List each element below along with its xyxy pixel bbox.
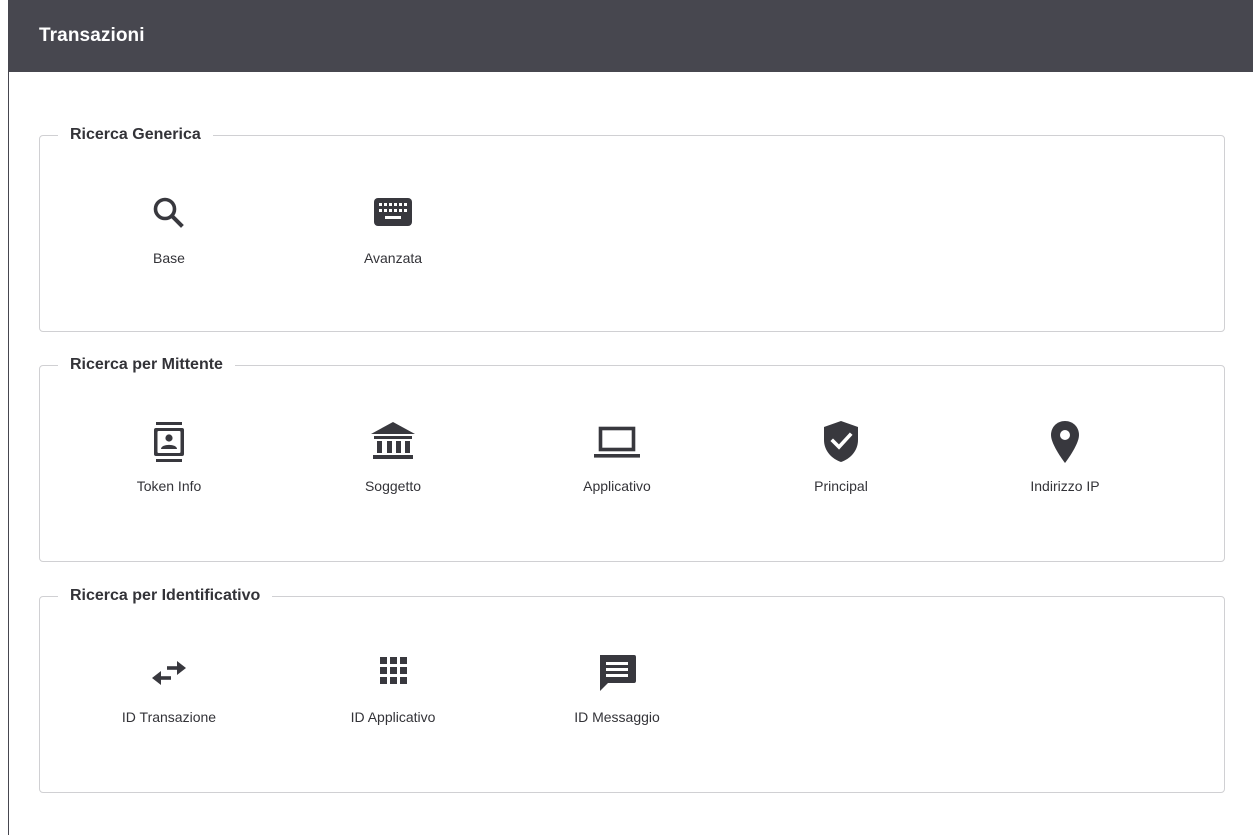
search-soggetto-label: Soggetto [364,478,422,494]
search-id-applicativo-label: ID Applicativo [350,709,436,725]
search-token-info-button[interactable]: Token Info [69,414,269,494]
contact-card-icon [141,414,197,470]
search-base-button[interactable]: Base [69,186,269,266]
section-identifier-search: Ricerca per Identificativo ID Transazion… [39,586,1225,793]
search-ip-address-label: Indirizzo IP [1030,478,1100,494]
search-advanced-button[interactable]: Avanzata [293,186,493,266]
swap-arrows-icon [141,645,197,701]
verified-shield-icon [813,414,869,470]
laptop-icon [589,414,645,470]
search-ip-address-button[interactable]: Indirizzo IP [965,414,1165,494]
search-applicativo-label: Applicativo [583,478,651,494]
search-icon [141,186,197,242]
search-id-messaggio-label: ID Messaggio [574,709,660,725]
transactions-panel: Transazioni Ricerca Generica Base Avanza… [8,0,1253,835]
search-id-applicativo-button[interactable]: ID Applicativo [293,645,493,725]
institution-icon [365,414,421,470]
search-token-info-label: Token Info [136,478,202,494]
page-header: Transazioni [9,0,1253,72]
page: Transazioni Ricerca Generica Base Avanza… [0,0,1253,835]
page-title: Transazioni [39,25,145,46]
search-advanced-label: Avanzata [363,250,423,266]
keyboard-icon [365,186,421,242]
search-soggetto-button[interactable]: Soggetto [293,414,493,494]
search-principal-label: Principal [814,478,868,494]
section-sender-search: Ricerca per Mittente Token Info Soggetto… [39,355,1225,562]
message-icon [589,645,645,701]
search-base-label: Base [153,250,185,266]
search-applicativo-button[interactable]: Applicativo [517,414,717,494]
search-principal-button[interactable]: Principal [741,414,941,494]
location-pin-icon [1037,414,1093,470]
search-id-transazione-button[interactable]: ID Transazione [69,645,269,725]
search-id-transazione-label: ID Transazione [121,709,217,725]
search-id-messaggio-button[interactable]: ID Messaggio [517,645,717,725]
grid-icon [365,645,421,701]
section-generic-search: Ricerca Generica Base Avanzata [39,125,1225,332]
